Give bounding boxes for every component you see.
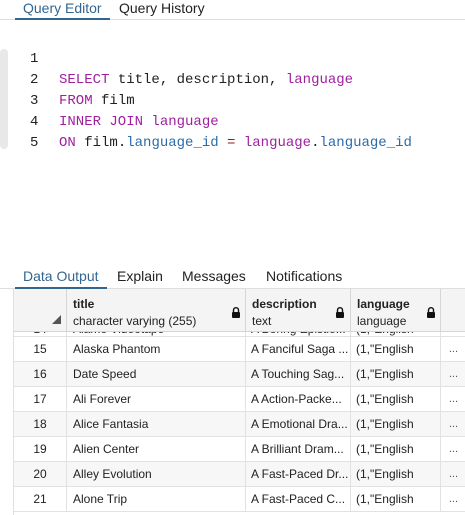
column-type: character varying (255) <box>73 314 197 328</box>
lock-icon <box>232 307 240 318</box>
row-number: 21 <box>14 487 67 512</box>
sql-text: . <box>311 135 320 151</box>
column-name: title <box>73 297 95 311</box>
sql-keyword: language <box>151 114 219 130</box>
cell-expand[interactable]: ... <box>441 387 465 412</box>
row-number: 17 <box>14 387 67 412</box>
cell-title[interactable]: Ali Forever <box>67 387 246 412</box>
cell-description[interactable]: A Fanciful Saga ... <box>246 337 351 362</box>
result-tab-bar: Data Output Explain Messages Notificatio… <box>0 263 465 289</box>
cell-language[interactable]: (1,"English <box>351 387 441 412</box>
column-name: description <box>252 297 317 311</box>
ellipsis-icon[interactable]: ... <box>449 462 458 487</box>
ellipsis-icon[interactable]: ... <box>449 412 458 437</box>
sql-keyword: INNER JOIN <box>59 114 144 130</box>
cell-title[interactable]: Date Speed <box>67 362 246 387</box>
tab-notifications[interactable]: Notifications <box>266 267 342 289</box>
sql-property: language_id <box>319 135 412 151</box>
grid-rows: 14 Alamo Videotape A Boring Epistle... (… <box>14 327 465 512</box>
cell-language[interactable]: (1,"English <box>351 362 441 387</box>
select-all-icon[interactable] <box>52 315 61 324</box>
cell-description[interactable]: A Emotional Dra... <box>246 412 351 437</box>
cell-expand[interactable]: ... <box>441 487 465 512</box>
cell-expand[interactable]: ... <box>441 462 465 487</box>
row-number: 20 <box>14 462 67 487</box>
sql-property: language_id <box>126 135 219 151</box>
data-output-grid: title character varying (255) descriptio… <box>13 289 465 515</box>
tab-query-history[interactable]: Query History <box>119 0 205 20</box>
cell-language[interactable]: (1,"English <box>351 412 441 437</box>
cell-title[interactable]: Alien Center <box>67 437 246 462</box>
code-line-2: 2 FROM film <box>0 49 135 109</box>
ellipsis-icon[interactable]: ... <box>449 362 458 387</box>
cell-description[interactable]: A Touching Sag... <box>246 362 351 387</box>
sql-keyword: ON <box>59 135 76 151</box>
row-number: 15 <box>14 337 67 362</box>
ellipsis-icon[interactable]: ... <box>449 487 458 512</box>
sql-keyword: language <box>243 135 312 151</box>
sql-text: film <box>92 93 135 109</box>
table-row[interactable]: 16 Date Speed A Touching Sag... (1,"Engl… <box>14 362 465 387</box>
cell-description[interactable]: A Brilliant Dram... <box>246 437 351 462</box>
table-row[interactable]: 20 Alley Evolution A Fast-Paced Dr... (1… <box>14 462 465 487</box>
table-row[interactable]: 17 Ali Forever A Action-Packe... (1,"Eng… <box>14 387 465 412</box>
table-row[interactable]: 18 Alice Fantasia A Emotional Dra... (1,… <box>14 412 465 437</box>
sql-keyword: SELECT <box>59 72 110 88</box>
code-line-3: 3 INNER JOIN language <box>0 70 219 130</box>
line-number: 5 <box>30 135 39 151</box>
code-line-5: 5 <box>0 112 38 151</box>
sql-editor[interactable]: 1 SELECT title, description, language 2 … <box>0 21 465 263</box>
table-row[interactable]: 21 Alone Trip A Fast-Paced C... (1,"Engl… <box>14 487 465 512</box>
column-name: language <box>357 297 410 311</box>
cell-title[interactable]: Alone Trip <box>67 487 246 512</box>
cell-language[interactable]: (1,"English <box>351 337 441 362</box>
sql-keyword: FROM <box>59 93 93 109</box>
cell-expand[interactable]: ... <box>441 337 465 362</box>
cell-expand[interactable]: ... <box>441 362 465 387</box>
table-row[interactable]: 15 Alaska Phantom A Fanciful Saga ... (1… <box>14 337 465 362</box>
column-header-language[interactable]: language language <box>351 289 441 332</box>
sql-keyword: language <box>285 72 354 88</box>
cell-title[interactable]: Alice Fantasia <box>67 412 246 437</box>
column-type: text <box>252 314 272 328</box>
code-line-1: 1 SELECT title, description, language <box>0 28 353 88</box>
cell-description[interactable]: A Fast-Paced Dr... <box>246 462 351 487</box>
cell-language[interactable]: (1,"English <box>351 487 441 512</box>
cell-description[interactable]: A Fast-Paced C... <box>246 487 351 512</box>
tab-data-output[interactable]: Data Output <box>15 267 106 289</box>
sql-text: film. <box>75 135 127 151</box>
tab-messages[interactable]: Messages <box>182 267 246 289</box>
cell-expand[interactable]: ... <box>441 437 465 462</box>
lock-icon <box>336 307 344 318</box>
column-type: language <box>357 314 407 328</box>
row-number: 18 <box>14 412 67 437</box>
grid-header: title character varying (255) descriptio… <box>14 289 465 332</box>
code-line-4: 4 ON film.language_id = language.languag… <box>0 91 412 151</box>
ellipsis-icon[interactable]: ... <box>449 437 458 462</box>
cell-expand[interactable]: ... <box>441 412 465 437</box>
cell-description[interactable]: A Action-Packe... <box>246 387 351 412</box>
ellipsis-icon[interactable]: ... <box>449 387 458 412</box>
tab-query-editor[interactable]: Query Editor <box>15 0 110 20</box>
column-header-description[interactable]: description text <box>246 289 351 332</box>
table-row[interactable]: 19 Alien Center A Brilliant Dram... (1,"… <box>14 437 465 462</box>
cell-title[interactable]: Alley Evolution <box>67 462 246 487</box>
row-number: 16 <box>14 362 67 387</box>
lock-icon <box>427 307 435 318</box>
tab-explain[interactable]: Explain <box>117 267 163 289</box>
editor-tab-bar: Query Editor Query History <box>0 0 465 20</box>
ellipsis-icon[interactable]: ... <box>449 337 458 362</box>
column-header-title[interactable]: title character varying (255) <box>67 289 246 332</box>
cell-language[interactable]: (1,"English <box>351 437 441 462</box>
sql-text: title, description, <box>109 72 286 88</box>
row-number: 19 <box>14 437 67 462</box>
cell-title[interactable]: Alaska Phantom <box>67 337 246 362</box>
cell-language[interactable]: (1,"English <box>351 462 441 487</box>
sql-operator: = <box>218 135 244 151</box>
row-number-header[interactable] <box>14 289 67 332</box>
